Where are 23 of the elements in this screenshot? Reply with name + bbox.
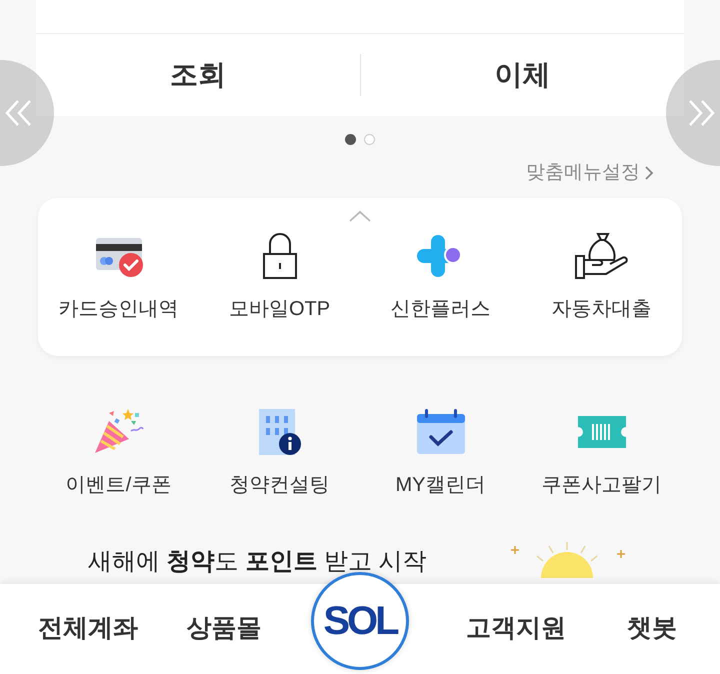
double-chevron-left-icon xyxy=(4,99,34,127)
shortcut-item[interactable]: MY캘린더 xyxy=(360,406,521,500)
ticket-barcode-icon xyxy=(576,414,628,450)
sol-logo-button[interactable]: SOL xyxy=(311,572,409,670)
nav-tab[interactable]: 챗봇 xyxy=(627,610,677,648)
double-chevron-right-icon xyxy=(686,99,716,127)
nav-tab[interactable]: 상품몰 xyxy=(186,610,262,648)
hand-moneybag-icon xyxy=(574,232,630,280)
shortcut-item[interactable]: 이벤트/쿠폰 xyxy=(38,406,199,500)
account-tab[interactable]: 조회 xyxy=(170,54,226,96)
chevron-up-icon[interactable] xyxy=(349,210,371,222)
quick-menu-item[interactable]: 모바일OTP xyxy=(199,230,360,324)
calendar-check-icon xyxy=(414,408,466,456)
nav-tab[interactable]: 고객지원 xyxy=(466,610,566,648)
quick-menu-item[interactable]: 자동차대출 xyxy=(521,230,682,324)
building-info-icon xyxy=(256,407,302,457)
account-tab[interactable]: 이체 xyxy=(494,54,550,96)
chevron-right-icon xyxy=(644,165,654,181)
quick-menu-item[interactable]: 카드승인내역 xyxy=(38,230,199,324)
quick-menu-item[interactable]: 신한플러스 xyxy=(360,230,521,324)
shortcut-item[interactable]: 청약컨설팅 xyxy=(199,406,360,500)
shortcut-item[interactable]: 쿠폰사고팔기 xyxy=(521,406,682,500)
nav-tab[interactable]: 전체계좌 xyxy=(38,610,138,648)
